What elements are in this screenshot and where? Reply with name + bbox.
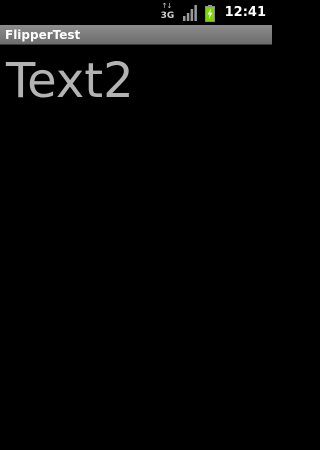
network-arrows: ↑↓ <box>161 2 173 10</box>
app-title: FlipperTest <box>5 28 81 42</box>
status-icons: ↑↓ 3G 12:41 <box>160 2 266 22</box>
app-title-bar: FlipperTest <box>0 25 272 45</box>
battery-charging-icon <box>204 4 215 22</box>
status-bar: ↑↓ 3G 12:41 <box>0 0 272 25</box>
network-3g-icon: ↑↓ 3G <box>160 2 175 22</box>
flipper-content[interactable]: Text2 <box>0 45 272 450</box>
signal-bars-icon <box>182 5 197 21</box>
status-clock: 12:41 <box>224 5 266 20</box>
flipper-text-view: Text2 <box>6 53 134 109</box>
network-type-label: 3G <box>160 11 175 21</box>
